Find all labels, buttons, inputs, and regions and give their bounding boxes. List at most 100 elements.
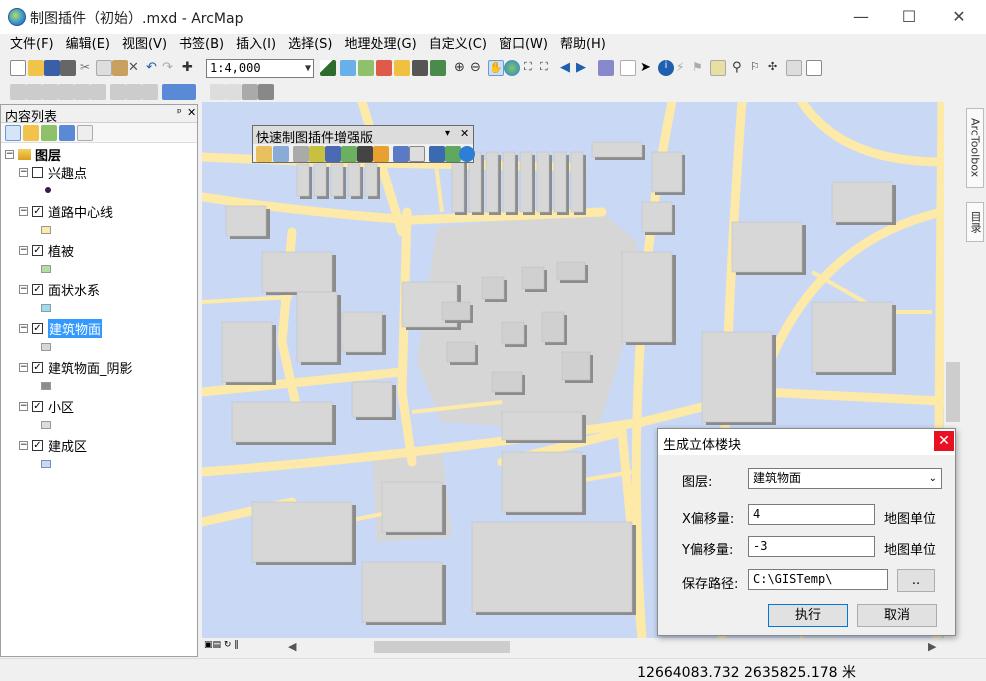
add-data-icon[interactable]: ✚ — [182, 60, 198, 76]
pan-icon[interactable]: ✋ — [488, 60, 504, 76]
layer-symbol[interactable] — [41, 304, 51, 312]
collapse-icon[interactable]: − — [19, 323, 28, 333]
collapse-icon[interactable]: − — [5, 149, 14, 159]
zoom-whole-page-icon[interactable] — [242, 84, 258, 100]
dialog-titlebar[interactable]: 生成立体楼块 ✕ — [658, 429, 955, 455]
plugin-tool-5-icon[interactable] — [325, 146, 341, 162]
model-builder-icon[interactable] — [412, 60, 428, 76]
toc-layer-row[interactable]: − ✓ 面状水系 — [19, 280, 100, 299]
zoom-out-icon[interactable]: ⊖ — [470, 60, 486, 76]
pin-icon[interactable]: ᵖ — [177, 106, 182, 119]
menu-edit[interactable]: 编辑(E) — [60, 34, 116, 56]
list-by-visibility-icon[interactable] — [41, 125, 57, 141]
toc-root-row[interactable]: − 图层 — [5, 145, 61, 164]
go-forward-icon[interactable]: ▶ — [576, 60, 592, 76]
layer-symbol[interactable] — [41, 265, 51, 273]
plugin-tool-8-icon[interactable] — [373, 146, 389, 162]
python-icon[interactable] — [394, 60, 410, 76]
layer-symbol[interactable] — [41, 382, 51, 390]
toc-layer-row[interactable]: − ✓ 植被 — [19, 241, 74, 260]
zoom-100-icon[interactable] — [258, 84, 274, 100]
clear-selection-icon[interactable] — [620, 60, 636, 76]
y-offset-input[interactable]: -3 — [748, 536, 875, 557]
menu-geoprocessing[interactable]: 地理处理(G) — [338, 34, 422, 56]
rotate-icon[interactable] — [90, 84, 106, 100]
collapse-icon[interactable]: − — [19, 245, 28, 255]
plugin-tool-10-icon[interactable] — [409, 146, 425, 162]
layer-select[interactable]: 建筑物面 ⌄ — [748, 468, 942, 489]
layer-symbol[interactable] — [41, 226, 51, 234]
toc-layer-row[interactable]: − 兴趣点 — [19, 163, 87, 182]
zoom-in-icon[interactable]: ⊕ — [454, 60, 470, 76]
layer-dropdown[interactable] — [162, 84, 196, 100]
plugin-tool-6-icon[interactable] — [341, 146, 357, 162]
layer-symbol[interactable] — [41, 421, 51, 429]
go-to-xy-icon[interactable]: ✣ — [768, 60, 784, 76]
list-by-selection-icon[interactable] — [59, 125, 75, 141]
chevron-down-icon[interactable]: ▾ — [445, 128, 450, 139]
catalog-tab[interactable]: 目录 — [966, 202, 984, 242]
dialog-close-button[interactable]: ✕ — [934, 431, 954, 451]
table-of-contents-icon[interactable] — [340, 60, 356, 76]
layer-symbol[interactable] — [41, 460, 51, 468]
menu-view[interactable]: 视图(V) — [116, 34, 173, 56]
execute-button[interactable]: 执行 — [768, 604, 848, 627]
toc-layer-row[interactable]: − ✓ 建筑物面 — [19, 318, 103, 338]
list-by-source-icon[interactable] — [23, 125, 39, 141]
menu-selection[interactable]: 选择(S) — [282, 34, 338, 56]
toc-layer-row[interactable]: − ✓ 建筑物面_阴影 — [19, 358, 133, 377]
menu-insert[interactable]: 插入(I) — [230, 34, 282, 56]
create-features-icon[interactable] — [142, 84, 158, 100]
create-viewer-icon[interactable] — [806, 60, 822, 76]
collapse-icon[interactable]: − — [19, 167, 28, 177]
cut-polygon-icon[interactable] — [58, 84, 74, 100]
cancel-button[interactable]: 取消 — [857, 604, 937, 627]
map-horizontal-scrollbar[interactable]: ▣▤ ↻ ‖ ◀ ▶ — [202, 638, 962, 656]
split-icon[interactable] — [74, 84, 90, 100]
close-button[interactable]: ✕ — [936, 0, 982, 32]
quick-toolbar-titlebar[interactable]: 快速制图插件增强版 ▾ ✕ — [253, 126, 473, 146]
hyperlink-icon[interactable]: ⚡ — [676, 60, 692, 76]
time-slider-icon[interactable] — [786, 60, 802, 76]
redo-icon[interactable]: ↷ — [162, 60, 178, 76]
attributes-icon[interactable] — [110, 84, 126, 100]
find-icon[interactable]: ⚲ — [732, 60, 748, 76]
html-popup-icon[interactable]: ⚑ — [692, 60, 708, 76]
measure-icon[interactable] — [710, 60, 726, 76]
close-icon[interactable]: ✕ — [460, 127, 469, 140]
collapse-icon[interactable]: − — [19, 284, 28, 294]
catalog-icon[interactable] — [358, 60, 374, 76]
plugin-tool-9-icon[interactable] — [393, 146, 409, 162]
layer-visibility-checkbox[interactable]: ✓ — [32, 361, 43, 373]
plugin-tool-1-icon[interactable] — [256, 146, 272, 162]
print-icon[interactable] — [60, 60, 76, 76]
collapse-icon[interactable]: − — [19, 440, 28, 450]
plugin-tool-13-icon[interactable] — [459, 146, 475, 162]
undo-icon[interactable]: ↶ — [146, 60, 162, 76]
collapse-icon[interactable]: − — [19, 401, 28, 411]
list-by-drawing-order-icon[interactable] — [5, 125, 21, 141]
editor-tool-icon[interactable] — [10, 84, 26, 100]
layer-visibility-checkbox[interactable]: ✓ — [32, 205, 43, 217]
collapse-icon[interactable]: − — [19, 206, 28, 216]
layer-symbol[interactable] — [45, 187, 51, 193]
map-scale-combo[interactable]: 1:4,000 ▼ — [206, 59, 314, 78]
search-window-icon[interactable] — [430, 60, 446, 76]
copy-icon[interactable] — [96, 60, 112, 76]
layer-visibility-checkbox[interactable]: ✓ — [32, 322, 43, 334]
plugin-tool-11-icon[interactable] — [429, 146, 445, 162]
plugin-tool-7-icon[interactable] — [357, 146, 373, 162]
cut-icon[interactable]: ✂ — [80, 60, 96, 76]
collapse-icon[interactable]: − — [19, 362, 28, 372]
fixed-zoom-out-icon[interactable]: ⛶ — [540, 60, 556, 76]
layer-visibility-checkbox[interactable]: ✓ — [32, 244, 43, 256]
toc-layer-row[interactable]: − ✓ 小区 — [19, 397, 74, 416]
scroll-thumb[interactable] — [946, 362, 960, 422]
minimize-button[interactable]: — — [838, 0, 884, 32]
new-document-icon[interactable] — [10, 60, 26, 76]
delete-icon[interactable]: ✕ — [128, 60, 144, 76]
reshape-icon[interactable] — [42, 84, 58, 100]
layout-view-toggle[interactable]: ▣▤ ↻ ‖ — [204, 640, 239, 650]
save-path-input[interactable]: C:\GISTemp\ — [748, 569, 888, 590]
scroll-left-icon[interactable]: ◀ — [288, 640, 296, 653]
